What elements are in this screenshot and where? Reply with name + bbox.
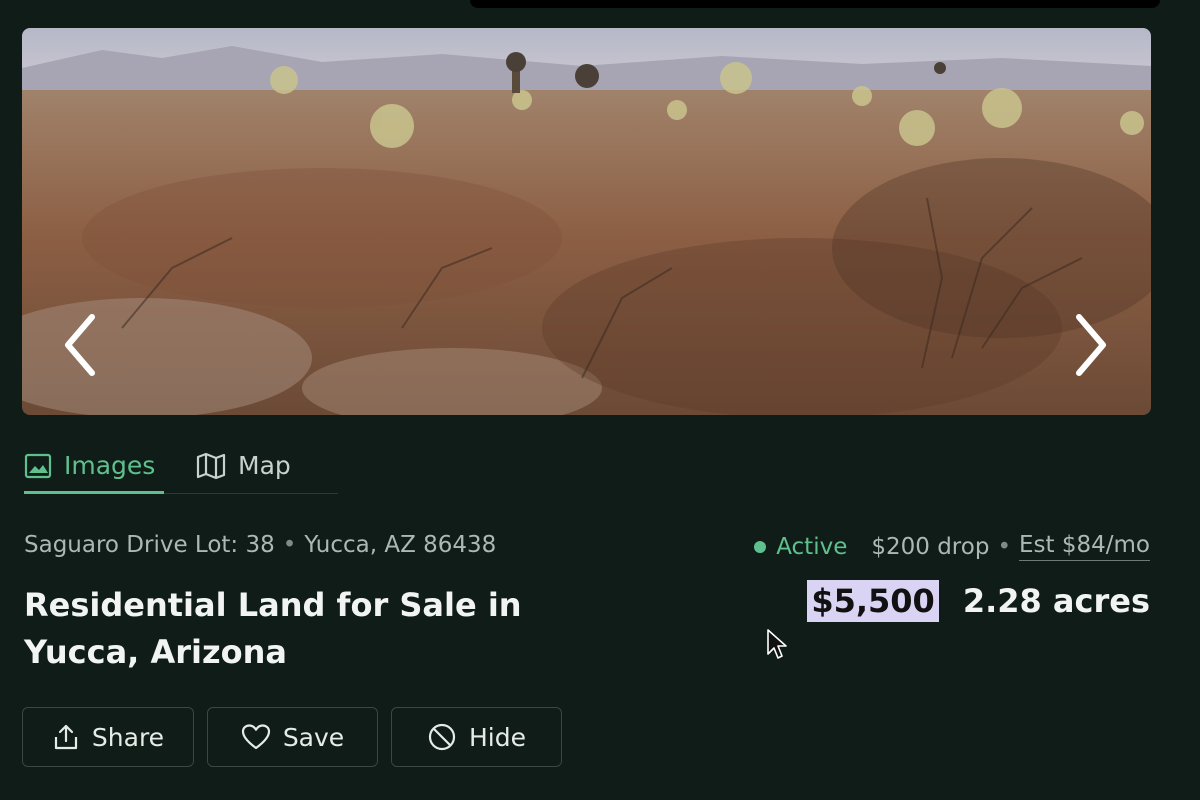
map-icon — [196, 452, 226, 479]
listing-status-line: Active $200 drop • Est $84/mo — [754, 532, 1150, 561]
tab-images-label: Images — [64, 451, 156, 480]
share-icon — [54, 724, 78, 750]
mouse-cursor — [766, 628, 788, 664]
status-badge: Active — [776, 533, 848, 560]
listing-title: Residential Land for Sale in Yucca, Ariz… — [24, 586, 522, 671]
hide-button[interactable]: Hide — [391, 707, 562, 767]
tab-map[interactable]: Map — [196, 438, 291, 493]
status-dot-icon — [754, 540, 767, 553]
tab-images[interactable]: Images — [24, 438, 164, 494]
heart-icon — [241, 724, 270, 750]
pointer-cursor-icon — [767, 629, 787, 659]
chevron-left-icon — [65, 314, 95, 376]
status-separator: • — [997, 533, 1012, 560]
image-icon — [24, 453, 52, 478]
save-button[interactable]: Save — [207, 707, 378, 767]
top-panel-edge — [470, 0, 1160, 8]
listing-actions: Share Save Hide — [22, 707, 562, 767]
chevron-right-icon — [1076, 314, 1106, 376]
tab-map-label: Map — [238, 451, 291, 480]
listing-address: Saguaro Drive Lot: 38 • Yucca, AZ 86438 — [24, 532, 496, 558]
next-photo-button[interactable] — [1066, 310, 1116, 380]
price-line: $5,500 2.28 acres — [807, 580, 1150, 622]
address-separator: • — [282, 532, 297, 558]
street-address: Saguaro Drive Lot: 38 — [24, 532, 275, 558]
desert-photo-image — [22, 28, 1151, 415]
listing-photo[interactable] — [22, 28, 1151, 415]
lot-acreage: 2.28 acres — [962, 582, 1150, 620]
price-drop: $200 drop — [871, 533, 990, 560]
monthly-estimate-link[interactable]: Est $84/mo — [1019, 532, 1150, 561]
city-state-zip: Yucca, AZ 86438 — [304, 532, 497, 558]
share-button[interactable]: Share — [22, 707, 194, 767]
share-button-label: Share — [91, 722, 165, 752]
save-button-label: Save — [282, 722, 345, 752]
previous-photo-button[interactable] — [55, 310, 105, 380]
media-tabs: Images Map — [24, 438, 338, 494]
listing-price: $5,500 — [807, 580, 939, 622]
hide-icon — [428, 723, 456, 751]
hide-button-label: Hide — [469, 722, 526, 752]
